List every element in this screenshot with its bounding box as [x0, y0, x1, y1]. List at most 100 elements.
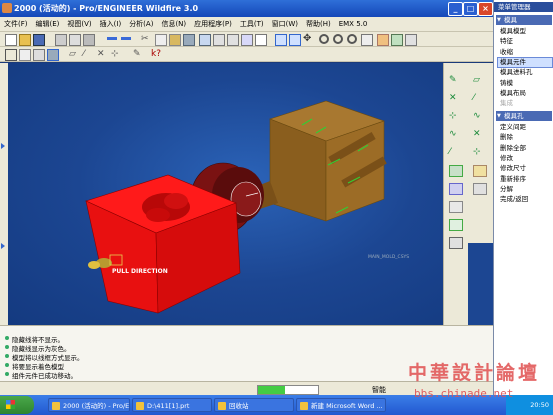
- zoom-in-icon[interactable]: [333, 34, 343, 44]
- copy-icon[interactable]: [155, 34, 167, 46]
- repaint-icon[interactable]: [275, 34, 287, 46]
- reorient-icon[interactable]: [377, 34, 389, 46]
- menu-manager-item[interactable]: 完成/返回: [498, 195, 552, 204]
- regenerate-icon[interactable]: [199, 34, 211, 46]
- window-icon[interactable]: [255, 34, 267, 46]
- menu-manager-item[interactable]: 定义间距: [498, 123, 552, 132]
- menu-manager-item[interactable]: 修改尺寸: [498, 164, 552, 173]
- menu-manager-item[interactable]: 模具元件: [497, 56, 553, 68]
- selection-filter-icon[interactable]: [241, 34, 253, 46]
- model-tree-icon[interactable]: [213, 34, 225, 46]
- menu-manager: 菜单管理器 模具 模具模型特征收缩模具元件模具进料孔铸模模具布局集成 模具孔 定…: [493, 0, 553, 395]
- menu-manager-item[interactable]: 模具模型: [498, 27, 552, 36]
- datum-plane-toggle-icon[interactable]: ▱: [69, 49, 79, 59]
- datum-point-toggle-icon[interactable]: ✕: [97, 49, 107, 59]
- menu-manager-item[interactable]: 修改: [498, 154, 552, 163]
- waterline-icon[interactable]: [473, 183, 487, 195]
- datum-csys-icon[interactable]: ⊹: [449, 111, 461, 121]
- save-icon[interactable]: [33, 34, 45, 46]
- menu-manager-item[interactable]: 重新排序: [498, 175, 552, 184]
- undo-icon[interactable]: [107, 37, 117, 44]
- menu-manager-item[interactable]: 收缩: [498, 48, 552, 57]
- refit-icon[interactable]: [361, 34, 373, 46]
- shading-icon[interactable]: [47, 49, 59, 61]
- split-volume-icon[interactable]: [449, 201, 463, 213]
- view-manager-icon[interactable]: [405, 34, 417, 46]
- wireframe-icon[interactable]: [5, 49, 17, 61]
- menu-applications[interactable]: 应用程序(P): [190, 17, 236, 31]
- menu-manager-item[interactable]: 铸模: [498, 79, 552, 88]
- extract-icon[interactable]: [449, 219, 463, 231]
- open-folder-icon[interactable]: [19, 34, 31, 46]
- axis-icon[interactable]: ⁄: [473, 93, 485, 103]
- expand-navigator-icon[interactable]: [1, 143, 5, 149]
- point-icon[interactable]: ✕: [473, 129, 485, 139]
- paste-icon[interactable]: [169, 34, 181, 46]
- close-button[interactable]: ×: [478, 2, 493, 16]
- datum-plane-icon[interactable]: ▱: [473, 75, 485, 85]
- minimize-button[interactable]: _: [448, 2, 463, 16]
- menu-manager-item[interactable]: 分解: [498, 185, 552, 194]
- menu-manager-item: 集成: [500, 99, 513, 108]
- menu-file[interactable]: 文件(F): [0, 17, 32, 31]
- paste-special-icon[interactable]: [183, 34, 195, 46]
- send-icon[interactable]: [83, 34, 95, 46]
- parting-surface-icon[interactable]: [449, 183, 463, 195]
- email-icon[interactable]: [69, 34, 81, 46]
- datum-axis-toggle-icon[interactable]: ⁄: [83, 49, 93, 59]
- menu-edit[interactable]: 编辑(E): [32, 17, 64, 31]
- datum-axis-icon[interactable]: ⁄: [449, 147, 461, 157]
- zoom-out-icon[interactable]: [347, 34, 357, 44]
- print-icon[interactable]: [55, 34, 67, 46]
- curve-icon[interactable]: ∿: [473, 111, 485, 121]
- cavity-volume-icon[interactable]: [449, 165, 463, 177]
- menu-window[interactable]: 窗口(W): [268, 17, 302, 31]
- datum-point-icon[interactable]: ✕: [449, 93, 461, 103]
- menu-help[interactable]: 帮助(H): [302, 17, 335, 31]
- runner-icon[interactable]: [473, 165, 487, 177]
- expand-browser-icon[interactable]: [1, 243, 5, 249]
- maximize-button[interactable]: □: [463, 2, 478, 16]
- menu-insert[interactable]: 插入(I): [96, 17, 126, 31]
- sketch-icon[interactable]: ✎: [449, 75, 461, 85]
- csys-toggle-icon[interactable]: ⊹: [111, 49, 121, 59]
- context-help-icon[interactable]: k?: [151, 49, 161, 59]
- section-mold[interactable]: 模具: [496, 15, 552, 25]
- taskbar-item-proe[interactable]: 2000 (活动的) - Pro/E...: [48, 398, 130, 412]
- hidden-line-icon[interactable]: [19, 49, 31, 61]
- cut-icon[interactable]: ✂: [141, 34, 151, 44]
- navigator-strip[interactable]: [0, 63, 8, 325]
- taskbar-item-recycle-bin[interactable]: 回收站: [214, 398, 294, 412]
- menu-manager-item[interactable]: 特征: [498, 37, 552, 46]
- taskbar-item-prt-folder[interactable]: D:\411[1].prt: [132, 398, 212, 412]
- menu-tools[interactable]: 工具(T): [236, 17, 268, 31]
- spin-center-icon[interactable]: [289, 34, 301, 46]
- datum-curve-icon[interactable]: ∿: [449, 129, 461, 139]
- mold-open-icon[interactable]: [449, 237, 463, 249]
- selection-filter-mode[interactable]: 智能: [372, 385, 386, 395]
- start-button[interactable]: [0, 396, 34, 414]
- menu-info[interactable]: 信息(N): [157, 17, 190, 31]
- message-line: 组件元件已成功移动。: [5, 372, 77, 380]
- annotation-toggle-icon[interactable]: ✎: [133, 49, 143, 59]
- proe-app-icon: [2, 3, 12, 13]
- menu-manager-item[interactable]: 模具进料孔: [498, 68, 552, 77]
- no-hidden-icon[interactable]: [33, 49, 45, 61]
- menu-emx[interactable]: EMX 5.0: [335, 18, 372, 30]
- menu-manager-title: 菜单管理器: [494, 2, 553, 12]
- menu-manager-item[interactable]: 删除: [498, 133, 552, 142]
- zoom-window-icon[interactable]: [319, 34, 329, 44]
- graphics-window[interactable]: PULL DIRECTION MAIN_MOLD_CSYS: [8, 63, 443, 325]
- menu-analysis[interactable]: 分析(A): [125, 17, 157, 31]
- section-mold-cavity[interactable]: 模具孔: [496, 111, 552, 121]
- saved-views-icon[interactable]: [391, 34, 403, 46]
- redo-icon[interactable]: [121, 37, 131, 44]
- menu-manager-item[interactable]: 删除全部: [498, 144, 552, 153]
- layer-icon[interactable]: [227, 34, 239, 46]
- coord-sys-icon[interactable]: ⊹: [473, 147, 485, 157]
- orient-icon[interactable]: ✥: [303, 34, 313, 44]
- menu-manager-item[interactable]: 模具布局: [498, 89, 552, 98]
- taskbar-item-word[interactable]: 新建 Microsoft Word ...: [296, 398, 386, 412]
- menu-view[interactable]: 视图(V): [63, 17, 95, 31]
- new-file-icon[interactable]: [5, 34, 17, 46]
